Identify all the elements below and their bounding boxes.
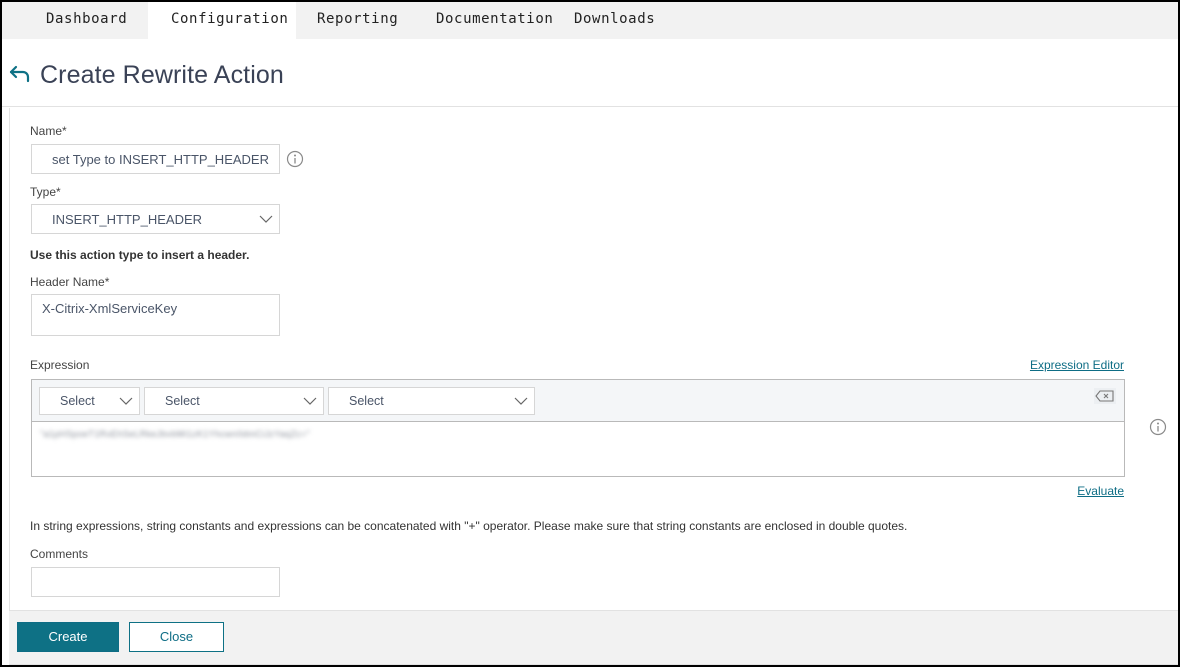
tab-downloads[interactable]: Downloads <box>574 2 704 39</box>
expression-info-icon[interactable] <box>1149 418 1167 436</box>
header-name-label: Header Name* <box>30 275 110 289</box>
chevron-down-icon <box>119 397 133 405</box>
tab-configuration[interactable]: Configuration <box>148 2 296 39</box>
close-button[interactable]: Close <box>129 622 224 652</box>
name-input[interactable]: set Type to INSERT_HTTP_HEADER <box>31 144 280 174</box>
top-nav-tabs: Dashboard Configuration Reporting Docume… <box>2 2 1178 39</box>
type-label: Type* <box>30 185 61 199</box>
chevron-down-icon <box>514 397 528 405</box>
expression-note: In string expressions, string constants … <box>30 519 908 533</box>
chevron-down-icon <box>259 215 273 223</box>
expression-box: Select Select Select "a1pHSpoeT1RxEhSeLR… <box>31 379 1125 477</box>
clear-expression-icon[interactable] <box>1094 388 1116 404</box>
info-icon[interactable] <box>286 150 304 168</box>
expression-select-1[interactable]: Select <box>39 387 140 415</box>
form-panel: Name* set Type to INSERT_HTTP_HEADER Typ… <box>9 108 1178 610</box>
name-label: Name* <box>30 124 67 138</box>
expression-toolbar: Select Select Select <box>32 380 1124 422</box>
tab-dashboard[interactable]: Dashboard <box>2 2 148 39</box>
expression-value[interactable]: "a1pHSpoeT1RxEhSeLRkeJbvbMi1zK1Yhcwn0dmC… <box>40 429 310 439</box>
select-2-value: Select <box>165 394 200 408</box>
select-3-value: Select <box>349 394 384 408</box>
create-button[interactable]: Create <box>17 622 119 652</box>
back-arrow-icon[interactable] <box>8 64 32 84</box>
form-footer: Create Close <box>9 610 1178 665</box>
tab-documentation[interactable]: Documentation <box>416 2 574 39</box>
name-input-value: set Type to INSERT_HTTP_HEADER <box>52 151 269 167</box>
type-select-value: INSERT_HTTP_HEADER <box>52 211 203 227</box>
comments-label: Comments <box>30 547 89 561</box>
page-title: Create Rewrite Action <box>40 61 284 89</box>
app-window: Dashboard Configuration Reporting Docume… <box>2 2 1178 665</box>
header-name-value: X-Citrix-XmlServiceKey <box>42 301 178 316</box>
type-select[interactable]: INSERT_HTTP_HEADER <box>31 204 280 234</box>
comments-input[interactable] <box>31 567 280 597</box>
tab-reporting[interactable]: Reporting <box>296 2 416 39</box>
evaluate-link[interactable]: Evaluate <box>1077 484 1124 498</box>
expression-label: Expression <box>30 358 90 372</box>
expression-select-2[interactable]: Select <box>144 387 324 415</box>
expression-editor-link[interactable]: Expression Editor <box>1030 358 1124 372</box>
type-hint: Use this action type to insert a header. <box>30 248 250 262</box>
header-name-input[interactable]: X-Citrix-XmlServiceKey <box>31 294 280 336</box>
select-1-value: Select <box>60 394 95 408</box>
chevron-down-icon <box>303 397 317 405</box>
page-header: Create Rewrite Action <box>2 39 1178 107</box>
expression-select-3[interactable]: Select <box>328 387 535 415</box>
